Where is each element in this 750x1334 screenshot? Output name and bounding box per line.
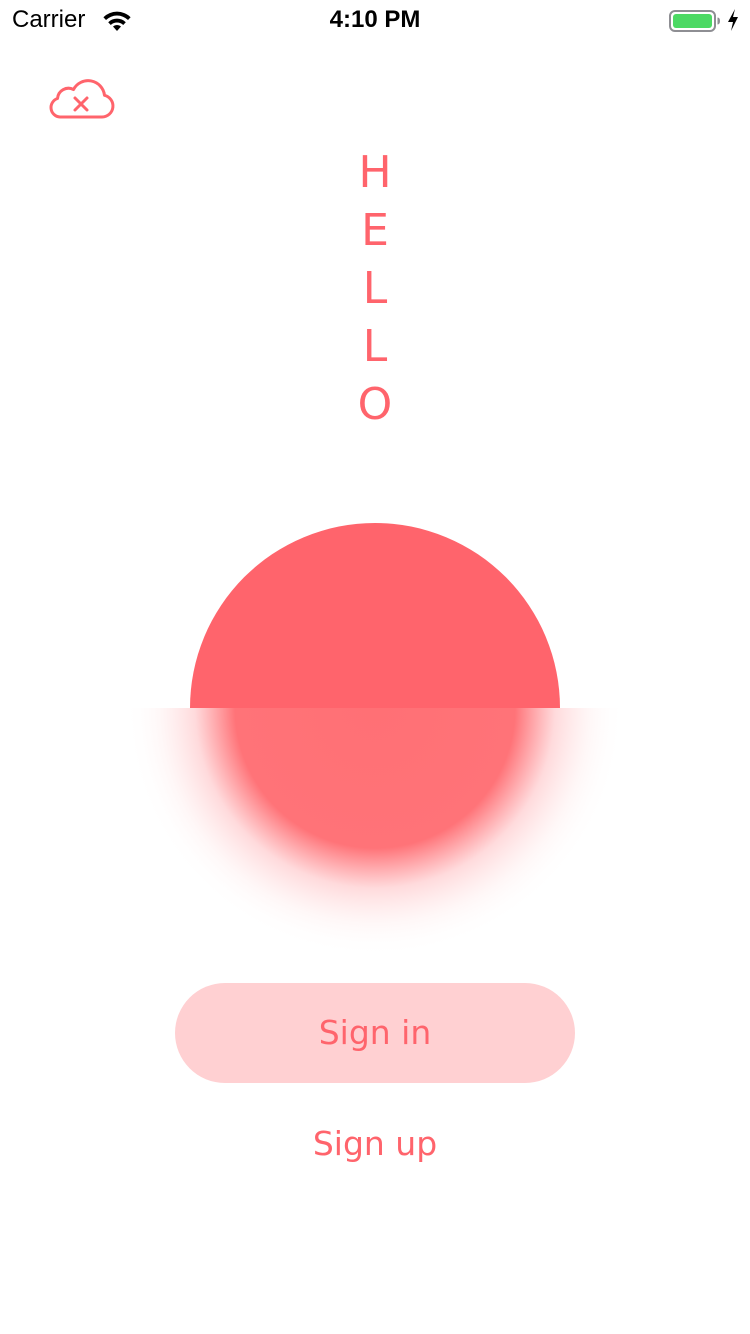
hello-letter: O [357,379,393,430]
hello-letter: H [358,147,392,198]
battery-icon [669,10,720,32]
status-time: 4:10 PM [329,6,421,33]
sign-up-button[interactable]: Sign up [225,1112,525,1176]
status-bar: Carrier 4:10 PM [0,0,750,40]
welcome-screen: Carrier 4:10 PM H E L L O Sign in Sign u… [0,0,750,1334]
hello-letter: L [362,263,388,314]
sunset-illustration [125,523,625,958]
hello-letter: E [361,205,389,256]
sun-reflection [125,708,625,958]
sign-in-button[interactable]: Sign in [175,983,575,1083]
charging-bolt-icon [728,9,738,31]
cloud-off-icon[interactable] [44,74,116,124]
sun-shape [190,523,560,708]
hello-letter: L [362,321,388,372]
hello-heading: H E L L O [0,144,750,434]
